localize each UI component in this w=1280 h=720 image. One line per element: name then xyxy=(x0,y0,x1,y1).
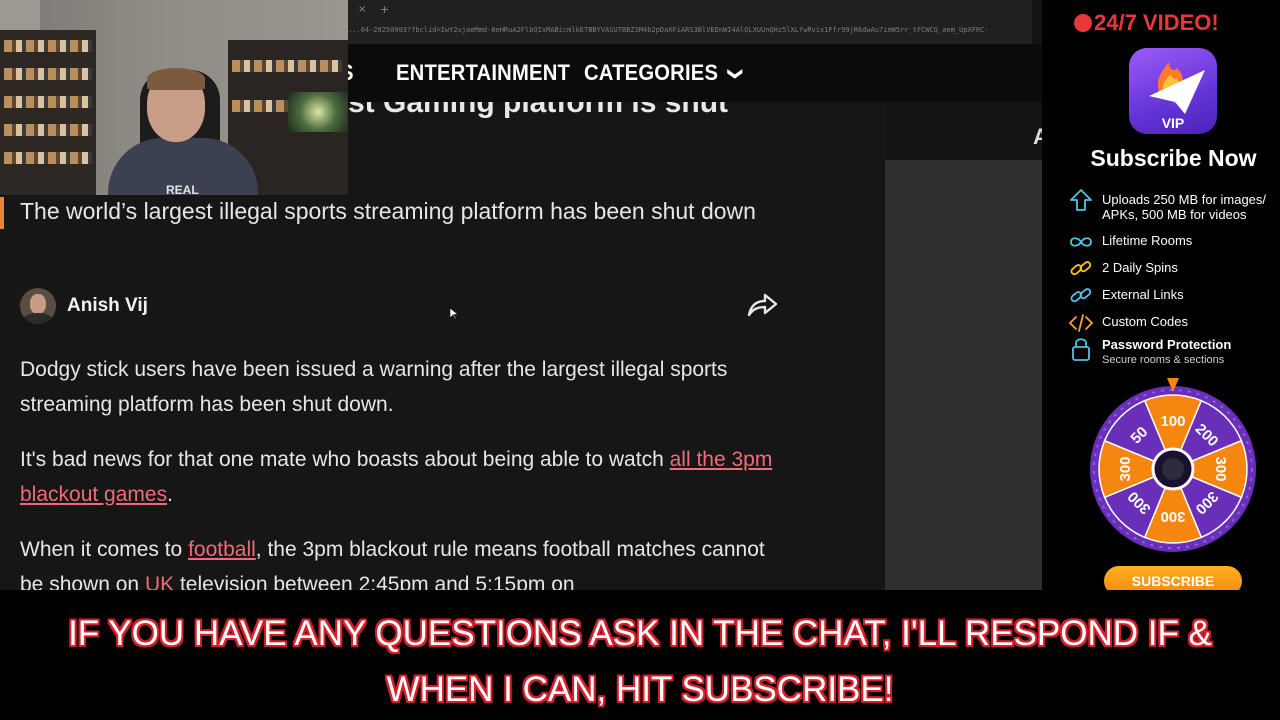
feature-label: 2 Daily Spins xyxy=(1102,260,1178,275)
feature-uploads: Uploads 250 MB for images/ APKs, 500 MB … xyxy=(1068,188,1280,222)
shelf-row xyxy=(4,96,92,108)
infinity-icon xyxy=(1070,237,1092,247)
code-icon xyxy=(1068,314,1094,332)
avatar-body xyxy=(22,313,54,324)
caption-bar: IF YOU HAVE ANY QUESTIONS ASK IN THE CHA… xyxy=(0,590,1280,720)
article-subtitle: The world’s largest illegal sports strea… xyxy=(20,198,756,224)
article-paragraph-3: When it comes to football, the 3pm black… xyxy=(20,532,790,590)
feature-password-protection: Password Protection Secure rooms & secti… xyxy=(1068,336,1280,368)
paragraph-text: television between 2:45pm and 5:15pm on xyxy=(174,573,575,590)
webcam-person-hair xyxy=(147,68,205,90)
browser-toolbar: × + ...04-20250903?fbclid=IwY2xjaeMmd-8e… xyxy=(348,0,1032,45)
webcam-overlay: REAL xyxy=(0,0,348,195)
shelf-row xyxy=(4,152,92,164)
prize-wheel-graphic: 100 20030030030030030050 xyxy=(1090,378,1256,552)
avatar-face xyxy=(30,294,46,314)
shelf-row xyxy=(4,68,92,80)
feature-sublabel: Secure rooms & sections xyxy=(1102,354,1225,366)
wheel-slice-label: 100 xyxy=(1160,413,1185,430)
live-banner: 24/7 VIDEO! xyxy=(1074,10,1219,36)
chevron-down-icon: ❯ xyxy=(727,67,743,81)
paragraph-text: When it comes to xyxy=(20,538,189,561)
article-paragraph-1: Dodgy stick users have been issued a war… xyxy=(20,358,728,416)
uk-link[interactable]: UK xyxy=(145,573,174,590)
address-bar[interactable]: ...04-20250903?fbclid=IwY2xjaeMmd-8eHRuA… xyxy=(348,26,988,34)
nav-item-categories[interactable]: CATEGORIES ❯ xyxy=(584,60,743,86)
feature-label: Custom Codes xyxy=(1102,314,1188,329)
feature-label: Lifetime Rooms xyxy=(1102,233,1193,248)
subscribe-now-title: Subscribe Now xyxy=(1090,145,1257,171)
shelf-row xyxy=(4,40,92,52)
feature-daily-spins: 2 Daily Spins xyxy=(1068,256,1280,284)
share-icon[interactable] xyxy=(746,290,778,318)
sidebar-ad-placeholder xyxy=(885,160,1042,590)
red-circle-icon xyxy=(1074,14,1092,32)
feature-custom-codes: Custom Codes xyxy=(1068,310,1280,338)
paragraph-text: . xyxy=(167,483,173,506)
wheel-slice-label: 300 xyxy=(1117,456,1134,481)
feature-label: External Links xyxy=(1102,287,1184,302)
feature-label: Password Protection xyxy=(1102,337,1232,352)
wheel-slice-label: 300 xyxy=(1212,456,1229,481)
paragraph-text: It's bad news for that one mate who boas… xyxy=(20,448,670,471)
article-paragraph-2: It's bad news for that one mate who boas… xyxy=(20,442,790,512)
shelf-row xyxy=(4,124,92,136)
webcam-shelf-left xyxy=(0,30,96,195)
upload-icon xyxy=(1070,189,1092,211)
feature-lifetime-rooms: Lifetime Rooms xyxy=(1068,229,1280,257)
chain-link-icon xyxy=(1070,261,1092,276)
prize-wheel[interactable]: 100 200 300 300 300 300 300 50 xyxy=(1088,378,1258,553)
article-title-partial: st Gaming platform is shut xyxy=(348,102,729,119)
shelf-row xyxy=(232,60,342,72)
lock-icon xyxy=(1072,338,1090,361)
webcam-monitor-glow xyxy=(288,92,348,132)
nav-categories-label: CATEGORIES xyxy=(584,60,719,85)
close-tab-icon[interactable]: × xyxy=(358,4,366,15)
vip-label: VIP xyxy=(1161,115,1185,131)
vip-badge: VIP xyxy=(1129,48,1217,134)
nav-item-entertainment[interactable]: ENTERTAINMENT xyxy=(396,60,570,86)
webcam-shirt-text: REAL xyxy=(166,183,199,195)
football-link[interactable]: football xyxy=(188,538,256,561)
author-avatar[interactable] xyxy=(20,288,56,324)
site-nav: S ENTERTAINMENT CATEGORIES❯ xyxy=(340,44,1042,102)
subtitle-accent-bar xyxy=(0,197,4,229)
mouse-cursor-icon xyxy=(450,308,458,320)
wheel-slice-label: 300 xyxy=(1160,508,1185,525)
stream-caption: IF YOU HAVE ANY QUESTIONS ASK IN THE CHA… xyxy=(68,614,1212,709)
author-name[interactable]: Anish Vij xyxy=(67,295,148,317)
live-banner-text: 24/7 VIDEO! xyxy=(1094,10,1219,35)
feature-label: Uploads 250 MB for images/ xyxy=(1102,192,1267,207)
link-icon xyxy=(1070,288,1092,303)
feature-label-line2: APKs, 500 MB for videos xyxy=(1102,207,1247,222)
feature-external-links: External Links xyxy=(1068,283,1280,311)
new-tab-icon[interactable]: + xyxy=(380,3,389,16)
